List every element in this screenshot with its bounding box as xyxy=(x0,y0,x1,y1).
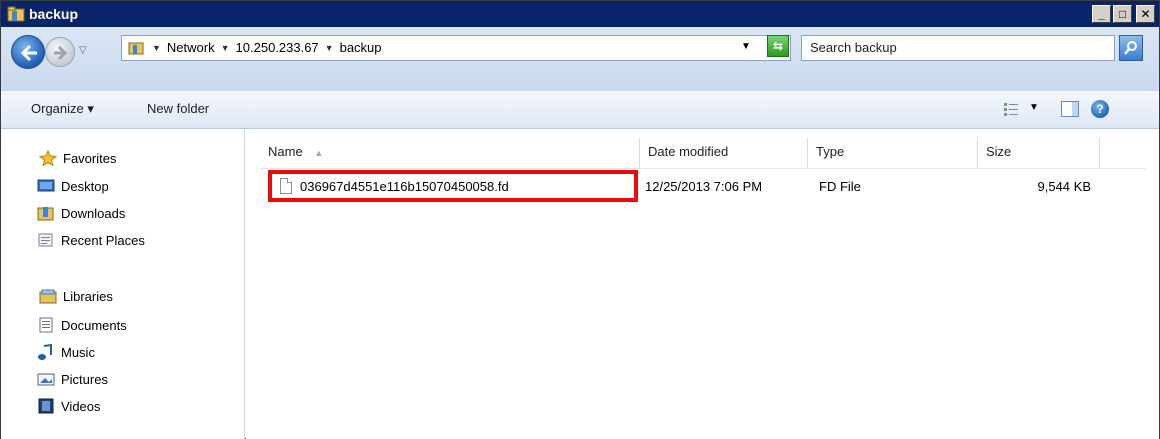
back-button[interactable] xyxy=(11,35,45,69)
nav-pictures[interactable]: Pictures xyxy=(37,371,108,387)
sort-ascending-icon: ▲ xyxy=(314,148,324,158)
header-divider xyxy=(260,168,1146,169)
videos-icon xyxy=(37,398,55,414)
nav-libraries[interactable]: Libraries xyxy=(39,288,113,304)
explorer-window: backup _ □ ✕ ▽ ▼ Network ▼ 10.250.233.67… xyxy=(0,0,1160,439)
help-button[interactable]: ? xyxy=(1091,100,1109,118)
breadcrumb: ▼ Network ▼ 10.250.233.67 ▼ backup xyxy=(152,40,382,55)
organize-button[interactable]: Organize ▾ xyxy=(31,101,94,117)
file-size: 9,544 KB xyxy=(1037,179,1092,194)
arrow-left-icon xyxy=(20,44,37,62)
column-header-type[interactable]: Type xyxy=(808,138,978,168)
nav-recent-places-label: Recent Places xyxy=(61,232,145,248)
breadcrumb-ip[interactable]: 10.250.233.67 xyxy=(236,40,319,55)
arrow-right-icon xyxy=(54,45,68,61)
file-date: 12/25/2013 7:06 PM xyxy=(645,179,763,194)
column-header-size[interactable]: Size xyxy=(978,138,1100,168)
maximize-button[interactable]: □ xyxy=(1113,5,1132,23)
nav-desktop-label: Desktop xyxy=(61,178,109,194)
nav-videos[interactable]: Videos xyxy=(37,398,101,414)
breadcrumb-backup[interactable]: backup xyxy=(340,40,382,55)
column-header-date[interactable]: Date modified xyxy=(640,138,808,168)
column-name-label: Name xyxy=(268,144,303,159)
command-bar: Organize ▾ New folder ▼ ? xyxy=(1,91,1159,129)
chevron-down-icon[interactable]: ▼ xyxy=(221,43,230,53)
nav-videos-label: Videos xyxy=(61,398,101,414)
nav-downloads[interactable]: Downloads xyxy=(37,205,125,221)
nav-documents[interactable]: Documents xyxy=(37,317,127,333)
refresh-button[interactable]: ⇆ xyxy=(767,35,789,57)
search-icon xyxy=(1124,41,1137,55)
highlight-annotation xyxy=(268,170,638,202)
nav-pictures-label: Pictures xyxy=(61,371,108,387)
forward-button[interactable] xyxy=(45,37,75,67)
file-list: Name ▲ Date modified Type Size 036967d45… xyxy=(246,130,1159,439)
chevron-down-icon[interactable]: ▼ xyxy=(152,43,161,53)
nav-music-label: Music xyxy=(61,344,95,360)
nav-desktop[interactable]: Desktop xyxy=(37,178,109,194)
nav-downloads-label: Downloads xyxy=(61,205,126,221)
search-input[interactable]: Search backup xyxy=(801,35,1115,61)
minimize-button[interactable]: _ xyxy=(1092,5,1111,23)
nav-favorites-label: Favorites xyxy=(63,150,117,166)
music-icon xyxy=(37,343,55,360)
search-placeholder: Search backup xyxy=(810,40,897,55)
search-button[interactable] xyxy=(1119,35,1143,61)
column-header-name[interactable]: Name ▲ xyxy=(260,138,640,168)
recent-pages-dropdown[interactable]: ▽ xyxy=(79,45,87,56)
network-folder-icon xyxy=(128,40,144,56)
new-folder-button[interactable]: New folder xyxy=(147,101,209,116)
preview-pane-icon[interactable] xyxy=(1061,101,1079,117)
view-options-dropdown[interactable]: ▼ xyxy=(1029,102,1039,113)
libraries-icon xyxy=(39,288,57,304)
downloads-icon xyxy=(37,205,55,221)
folder-icon xyxy=(7,6,25,22)
nav-documents-label: Documents xyxy=(61,317,127,333)
pictures-icon xyxy=(37,371,55,387)
documents-icon xyxy=(37,317,55,333)
view-options-icon[interactable] xyxy=(1003,101,1019,117)
table-row[interactable]: 036967d4551e116b15070450058.fd 12/25/201… xyxy=(268,170,1156,202)
close-button[interactable]: ✕ xyxy=(1136,5,1155,23)
address-input[interactable]: ▼ Network ▼ 10.250.233.67 ▼ backup xyxy=(121,35,791,61)
nav-music[interactable]: Music xyxy=(37,343,95,360)
window-controls: _ □ ✕ xyxy=(1092,5,1155,23)
file-type: FD File xyxy=(819,179,861,194)
recent-places-icon xyxy=(37,232,55,248)
address-bar-area: ▽ ▼ Network ▼ 10.250.233.67 ▼ backup ▼ ⇆… xyxy=(1,27,1159,91)
refresh-icon: ⇆ xyxy=(772,39,784,53)
breadcrumb-network[interactable]: Network xyxy=(167,40,215,55)
nav-recent-places[interactable]: Recent Places xyxy=(37,232,145,248)
navigation-pane: Favorites Desktop Downloads Recent Place… xyxy=(1,130,245,439)
title-bar[interactable]: backup _ □ ✕ xyxy=(1,1,1159,27)
nav-favorites[interactable]: Favorites xyxy=(38,149,117,167)
window-title: backup xyxy=(29,6,79,22)
star-icon xyxy=(38,149,58,167)
desktop-icon xyxy=(37,178,55,194)
chevron-down-icon[interactable]: ▼ xyxy=(325,43,334,53)
nav-libraries-label: Libraries xyxy=(63,288,113,304)
